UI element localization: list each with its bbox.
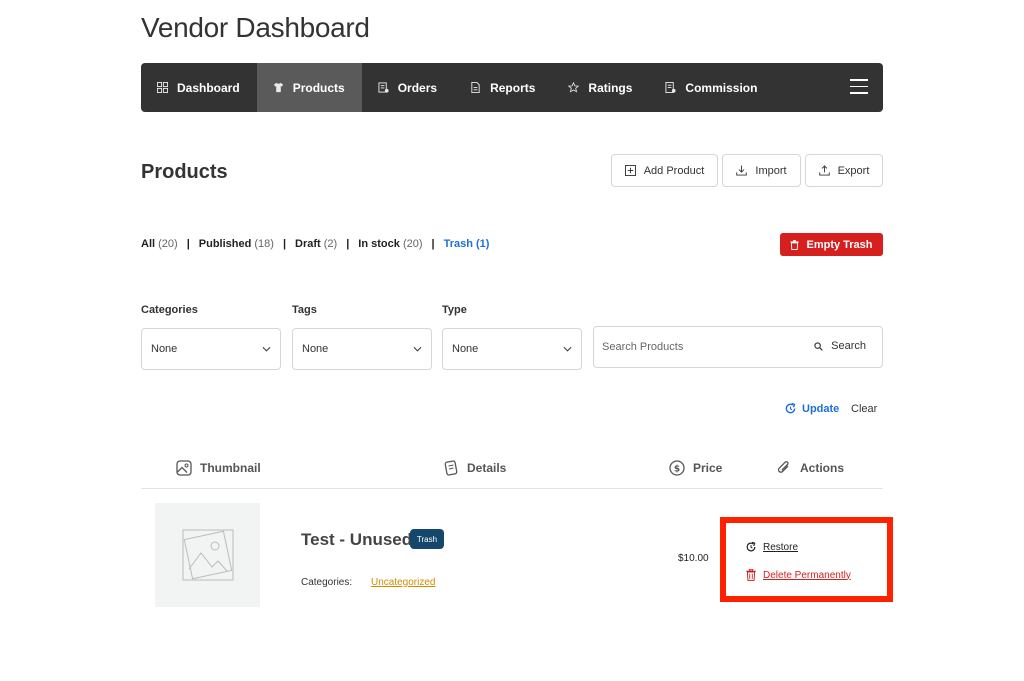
- column-header-thumbnail: Thumbnail: [176, 460, 261, 476]
- column-header-actions: Actions: [776, 460, 844, 476]
- tags-select[interactable]: None: [292, 328, 432, 370]
- delete-permanently-link[interactable]: Delete Permanently: [745, 569, 851, 581]
- search-icon: [814, 341, 823, 351]
- categories-field-label: Categories:: [301, 577, 353, 588]
- filter-separator: |: [282, 238, 287, 250]
- export-button[interactable]: Export: [805, 154, 883, 187]
- import-label: Import: [755, 164, 787, 177]
- search-button[interactable]: Search: [814, 340, 866, 352]
- details-card-icon: [444, 460, 458, 476]
- refresh-icon: [785, 402, 796, 414]
- filter-trash[interactable]: Trash (1): [444, 238, 490, 250]
- categories-select[interactable]: None: [141, 328, 281, 370]
- image-placeholder-icon: [182, 529, 233, 581]
- update-label: Update: [802, 402, 840, 415]
- hamburger-menu-icon[interactable]: [850, 79, 868, 95]
- status-filter-bar: All (20) | Published (18) | Draft (2) | …: [141, 238, 489, 250]
- section-title: Products: [141, 161, 228, 183]
- grid-icon: [157, 82, 168, 93]
- type-select[interactable]: None: [442, 328, 582, 370]
- category-link[interactable]: Uncategorized: [371, 577, 435, 588]
- filter-separator: |: [431, 238, 435, 250]
- delete-permanently-label: Delete Permanently: [763, 569, 851, 581]
- nav-label: Products: [292, 80, 345, 95]
- nav-label: Reports: [490, 80, 536, 95]
- add-product-label: Add Product: [643, 164, 705, 177]
- document-icon: [470, 82, 481, 93]
- nav-item-dashboard[interactable]: Dashboard: [141, 63, 257, 112]
- empty-trash-label: Empty Trash: [806, 238, 873, 251]
- filter-published[interactable]: Published (18): [199, 238, 274, 250]
- nav-label: Commission: [685, 80, 758, 95]
- download-icon: [736, 165, 748, 176]
- product-name-link[interactable]: Test - Unused: [301, 530, 412, 550]
- paperclip-icon: [777, 461, 789, 473]
- chevron-down-icon: [563, 346, 572, 352]
- nav-item-products[interactable]: Products: [256, 63, 362, 112]
- column-header-price: $ Price: [669, 460, 722, 476]
- type-label: Type: [442, 304, 467, 316]
- ledger-icon: [665, 82, 676, 93]
- search-input[interactable]: [602, 337, 802, 357]
- update-button[interactable]: Update: [784, 402, 839, 415]
- receipt-icon: [378, 82, 389, 93]
- search-box: Search: [593, 326, 883, 368]
- categories-select-value: None: [151, 343, 178, 355]
- filter-in-stock[interactable]: In stock (20): [358, 238, 422, 250]
- column-header-details: Details: [443, 460, 506, 476]
- tags-select-value: None: [302, 343, 329, 355]
- main-navbar: Dashboard Products Orders Reports Rating…: [141, 63, 883, 112]
- restore-icon: [746, 541, 756, 552]
- nav-item-ratings[interactable]: Ratings: [552, 63, 649, 112]
- highlight-annotation-box: [720, 517, 893, 602]
- trash-icon: [790, 239, 800, 250]
- page-title: Vendor Dashboard: [141, 12, 370, 43]
- nav-label: Ratings: [588, 80, 633, 95]
- clear-button[interactable]: Clear: [851, 403, 877, 415]
- tags-label: Tags: [292, 304, 317, 316]
- nav-item-orders[interactable]: Orders: [362, 63, 454, 112]
- filter-all[interactable]: All (20): [141, 238, 178, 250]
- trash-icon: [746, 569, 756, 581]
- type-select-value: None: [452, 343, 479, 355]
- filter-draft[interactable]: Draft (2): [295, 238, 337, 250]
- product-price: $10.00: [678, 553, 709, 564]
- nav-item-commission[interactable]: Commission: [649, 63, 774, 112]
- chevron-down-icon: [413, 346, 422, 352]
- image-icon: [176, 460, 192, 476]
- status-badge: Trash: [410, 529, 444, 549]
- table-header-divider: [141, 488, 883, 489]
- categories-label: Categories: [141, 304, 198, 316]
- star-icon: [568, 82, 580, 93]
- product-thumbnail[interactable]: [155, 503, 260, 607]
- nav-item-reports[interactable]: Reports: [454, 63, 552, 112]
- filter-separator: |: [346, 238, 350, 250]
- nav-label: Orders: [397, 80, 438, 95]
- nav-label: Dashboard: [177, 80, 240, 95]
- import-button[interactable]: Import: [722, 154, 801, 187]
- filter-separator: |: [186, 238, 190, 250]
- search-button-label: Search: [831, 340, 866, 352]
- svg-text:$: $: [674, 465, 680, 475]
- dollar-circle-icon: $: [669, 460, 685, 476]
- shirt-icon: [273, 82, 284, 93]
- chevron-down-icon: [262, 346, 271, 352]
- restore-label: Restore: [763, 541, 799, 553]
- empty-trash-button[interactable]: Empty Trash: [780, 233, 883, 256]
- export-label: Export: [837, 164, 870, 177]
- restore-link[interactable]: Restore: [745, 541, 798, 553]
- plus-square-icon: [624, 165, 636, 176]
- add-product-button[interactable]: Add Product: [611, 154, 718, 187]
- upload-icon: [818, 165, 830, 176]
